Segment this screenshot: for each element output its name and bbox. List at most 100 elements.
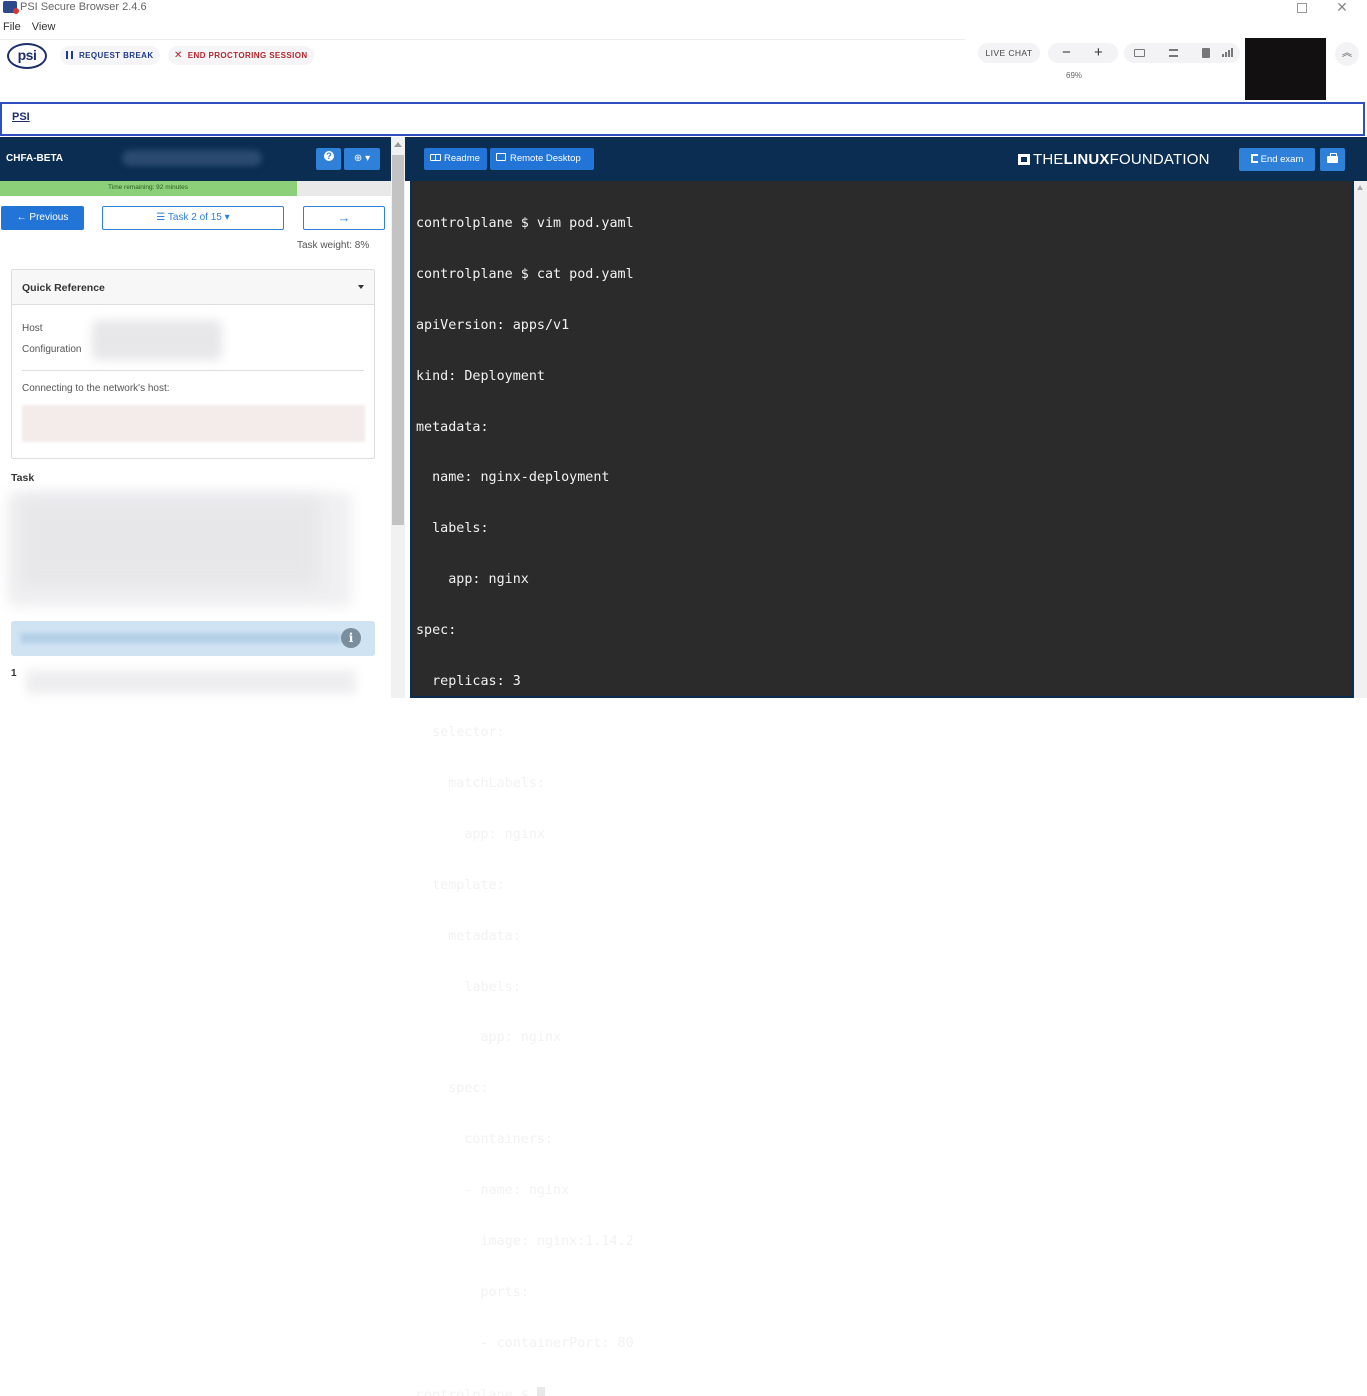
quick-reference-card: Quick Reference Host Configuration Conne… bbox=[11, 269, 375, 459]
terminal-line: app: nginx bbox=[416, 572, 529, 588]
keyboard-icon[interactable] bbox=[1134, 49, 1145, 57]
psi-logo: psi bbox=[7, 43, 47, 69]
remote-desktop-button[interactable]: Remote Desktop bbox=[490, 148, 594, 170]
terminal-line: selector: bbox=[416, 725, 505, 740]
zoom-controls: − + bbox=[1048, 43, 1118, 63]
scroll-up-icon[interactable] bbox=[1357, 185, 1363, 190]
instructions-scrollbar[interactable] bbox=[391, 137, 405, 698]
terminal-line: spec: bbox=[416, 623, 457, 639]
signal-icon bbox=[1222, 48, 1233, 57]
workspace-panel: Readme Remote Desktop THELINUXFOUNDATION… bbox=[405, 137, 1367, 1396]
readme-label: Readme bbox=[444, 153, 480, 164]
menu-view[interactable]: View bbox=[32, 21, 56, 33]
terminal-line: metadata: bbox=[416, 928, 521, 944]
proctor-toolbar: psi REQUEST BREAK ✕ END PROCTORING SESSIO… bbox=[0, 38, 1367, 102]
request-break-button[interactable]: REQUEST BREAK bbox=[60, 46, 160, 65]
window-title-bar: PSI Secure Browser 2.4.6 ✕ bbox=[0, 0, 1367, 18]
quick-reference-header[interactable]: Quick Reference bbox=[12, 270, 374, 305]
end-session-button[interactable]: ✕ END PROCTORING SESSION bbox=[168, 46, 314, 65]
terminal-line: containers: bbox=[416, 1132, 554, 1148]
connecting-label: Connecting to the network's host: bbox=[22, 383, 170, 394]
end-session-label: END PROCTORING SESSION bbox=[187, 51, 308, 60]
terminal[interactable]: controlplane $ vim pod.yaml controlplane… bbox=[412, 182, 1350, 1396]
tab-psi[interactable]: PSI bbox=[12, 111, 30, 123]
live-chat-button[interactable]: LIVE CHAT bbox=[978, 43, 1040, 63]
quick-reference-divider bbox=[22, 370, 364, 371]
brand-the: THE bbox=[1033, 151, 1064, 168]
terminal-line: app: nginx bbox=[416, 826, 545, 842]
end-exam-label: End exam bbox=[1260, 154, 1304, 165]
terminal-scrollbar[interactable] bbox=[1354, 181, 1367, 698]
request-break-label: REQUEST BREAK bbox=[79, 51, 154, 60]
exit-door-icon bbox=[1250, 154, 1258, 163]
exam-instructions-panel: CHFA-BETA ⊕ ▾ Time remaining: 92 minutes… bbox=[0, 137, 391, 698]
terminal-line: kind: Deployment bbox=[416, 368, 545, 384]
terminal-line: labels: bbox=[416, 979, 521, 995]
collapse-toolbar-button[interactable]: ︽ bbox=[1335, 42, 1359, 66]
terminal-frame: controlplane $ vim pod.yaml controlplane… bbox=[410, 181, 1354, 1396]
maximize-icon[interactable] bbox=[1286, 0, 1316, 16]
terminal-cursor bbox=[536, 1386, 545, 1396]
linux-foundation-mark bbox=[1018, 154, 1030, 165]
host-label: Host bbox=[22, 323, 43, 334]
pause-icon bbox=[66, 51, 73, 59]
monitor-icon bbox=[496, 153, 506, 161]
terminal-line: labels: bbox=[416, 521, 489, 537]
terminal-line: ports: bbox=[416, 1284, 529, 1300]
brand-foundation: FOUNDATION bbox=[1109, 151, 1210, 168]
task-heading: Task bbox=[11, 472, 35, 484]
task-weight: Task weight: 8% bbox=[297, 240, 370, 251]
readme-button[interactable]: Readme bbox=[424, 148, 487, 170]
menu-file[interactable]: File bbox=[3, 21, 21, 33]
terminal-line: replicas: 3 bbox=[416, 674, 521, 690]
redacted-step-text bbox=[26, 670, 356, 694]
info-callout: i bbox=[11, 621, 375, 656]
terminal-prompt: controlplane $ bbox=[416, 1387, 537, 1396]
redacted-task-text-inner bbox=[20, 497, 320, 587]
terminal-line: apiVersion: apps/v1 bbox=[416, 317, 570, 333]
terminal-line: app: nginx bbox=[416, 1030, 562, 1046]
terminal-prompt-line: controlplane $ bbox=[416, 1386, 1350, 1396]
terminal-line: metadata: bbox=[416, 419, 489, 435]
tab-strip: PSI bbox=[0, 102, 1365, 136]
document-icon[interactable] bbox=[1202, 48, 1210, 58]
scroll-up-icon[interactable] bbox=[394, 142, 402, 147]
terminal-line: controlplane $ vim pod.yaml bbox=[416, 215, 634, 231]
redacted-host-value bbox=[92, 320, 222, 360]
book-icon bbox=[430, 154, 441, 161]
app-icon bbox=[3, 1, 19, 14]
zoom-level: 69% bbox=[1066, 71, 1083, 80]
terminal-line: - name: nginx bbox=[416, 1183, 570, 1199]
window-title: PSI Secure Browser 2.4.6 bbox=[20, 1, 147, 13]
zoom-out-button[interactable]: − bbox=[1062, 43, 1071, 62]
quick-reference-title: Quick Reference bbox=[22, 282, 105, 294]
close-icon[interactable]: ✕ bbox=[1327, 0, 1357, 16]
scrollbar-thumb[interactable] bbox=[392, 155, 404, 525]
terminal-line: - containerPort: 80 bbox=[416, 1335, 634, 1351]
redacted-info-text bbox=[21, 633, 341, 643]
brand-linux: LINUX bbox=[1063, 151, 1110, 168]
previous-task-button[interactable]: ← Previous bbox=[1, 206, 84, 230]
time-remaining-text: Time remaining: 92 minutes bbox=[108, 184, 188, 191]
toolkit-button[interactable] bbox=[1320, 148, 1345, 171]
toolbar-divider bbox=[0, 39, 965, 40]
configuration-label: Configuration bbox=[22, 344, 82, 355]
caret-down-icon bbox=[358, 285, 364, 289]
terminal-line: spec: bbox=[416, 1081, 489, 1097]
calculator-icon[interactable] bbox=[1169, 49, 1178, 57]
help-button[interactable] bbox=[316, 148, 341, 170]
end-exam-button[interactable]: End exam bbox=[1239, 148, 1315, 171]
terminal-line: matchLabels: bbox=[416, 775, 545, 791]
exam-title: CHFA-BETA bbox=[6, 153, 64, 164]
next-task-button[interactable]: → bbox=[303, 206, 385, 230]
info-icon: i bbox=[341, 628, 361, 648]
webcam-preview bbox=[1245, 38, 1326, 100]
task-selector-button[interactable]: ☰ Task 2 of 15 ▾ bbox=[102, 206, 284, 230]
redacted-ssh-command bbox=[22, 405, 365, 442]
zoom-in-button[interactable]: + bbox=[1094, 43, 1103, 62]
language-button[interactable]: ⊕ ▾ bbox=[344, 148, 380, 170]
time-remaining-bar: Time remaining: 92 minutes bbox=[0, 181, 391, 196]
step-number: 1 bbox=[11, 668, 17, 679]
x-icon: ✕ bbox=[174, 50, 183, 61]
linux-foundation-logo: THELINUXFOUNDATION bbox=[1018, 151, 1210, 168]
